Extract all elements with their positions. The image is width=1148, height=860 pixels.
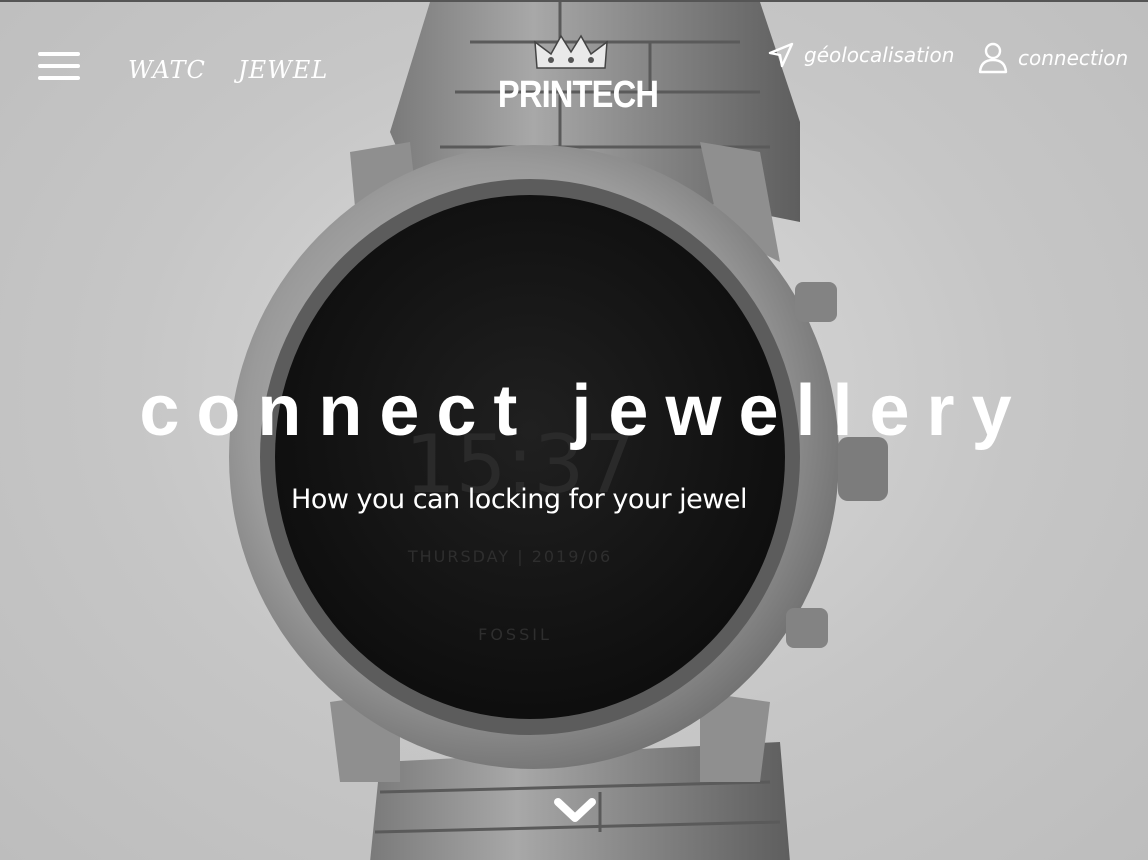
connection-link[interactable]: connection bbox=[978, 42, 1128, 74]
nav-jewel-link[interactable]: JEWEL bbox=[238, 56, 328, 84]
location-arrow-icon bbox=[768, 42, 794, 68]
watch-date: THURSDAY | 2019/06 bbox=[407, 547, 612, 566]
top-navigation: WATC JEWEL PRINTECH géolocalisation conn… bbox=[0, 2, 1148, 142]
brand-logo[interactable]: PRINTECH bbox=[486, 30, 659, 117]
hero-subtitle: How you can locking for your jewel bbox=[291, 484, 747, 515]
connection-label: connection bbox=[1018, 46, 1129, 70]
hamburger-menu-icon[interactable] bbox=[38, 52, 82, 86]
watch-brand: FOSSIL bbox=[478, 625, 552, 644]
crown-icon bbox=[534, 34, 608, 69]
geolocation-label: géolocalisation bbox=[804, 43, 955, 67]
brand-name: PRINTECH bbox=[497, 74, 659, 116]
chevron-down-icon bbox=[554, 798, 596, 822]
user-icon bbox=[978, 42, 1008, 74]
hero-section: 15:37 THURSDAY | 2019/06 FOSSIL WATC JEW… bbox=[0, 0, 1148, 860]
geolocation-link[interactable]: géolocalisation bbox=[768, 42, 954, 68]
scroll-down-button[interactable] bbox=[552, 792, 598, 832]
nav-watch-link[interactable]: WATC bbox=[128, 56, 206, 84]
hero-title: connect jewellery bbox=[139, 371, 1029, 451]
